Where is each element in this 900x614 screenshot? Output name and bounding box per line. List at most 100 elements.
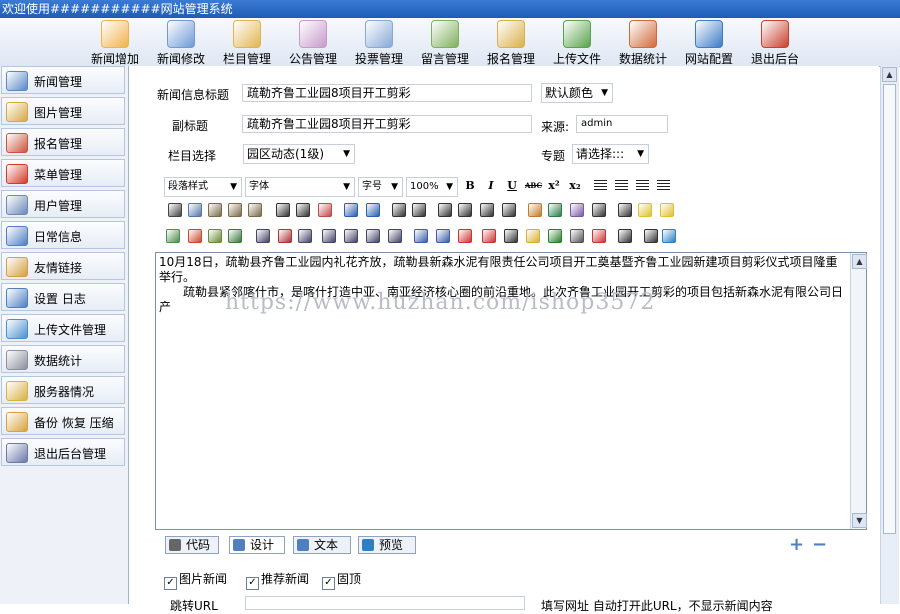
font-size-select[interactable]: 字号 ▼: [358, 177, 403, 197]
paragraph-style-select[interactable]: 段落样式 ▼: [164, 177, 242, 197]
insert-image-icon[interactable]: [166, 229, 180, 243]
scroll-down-icon[interactable]: ▼: [852, 513, 867, 528]
note2-icon[interactable]: [660, 203, 674, 217]
editor-mode-tab-2[interactable]: 文本: [293, 536, 351, 554]
copy-format-icon[interactable]: [344, 229, 358, 243]
media-icon[interactable]: [208, 229, 222, 243]
editor-mode-tab-1[interactable]: 设计: [229, 536, 285, 554]
align-center-icon[interactable]: [615, 180, 628, 191]
marquee-icon[interactable]: [366, 229, 380, 243]
sidebar-item-2[interactable]: 报名管理: [1, 128, 125, 156]
page-break-icon[interactable]: [278, 229, 292, 243]
toolbar-button-5[interactable]: 留言管理: [414, 20, 476, 66]
note-icon[interactable]: [638, 203, 652, 217]
unordered-list-icon[interactable]: [458, 203, 472, 217]
anchor-icon[interactable]: [504, 229, 518, 243]
special-icon[interactable]: [592, 229, 606, 243]
toolbar-button-10[interactable]: 退出后台: [744, 20, 806, 66]
web-icon[interactable]: [436, 229, 450, 243]
sidebar-item-7[interactable]: 设置 日志: [1, 283, 125, 311]
sidebar-item-4[interactable]: 用户管理: [1, 190, 125, 218]
jump-url-input[interactable]: [245, 596, 525, 610]
checkbox-box[interactable]: ✓: [246, 577, 259, 590]
zoom-out-icon[interactable]: −: [812, 534, 827, 555]
paste-word-icon[interactable]: [248, 203, 262, 217]
find-icon[interactable]: [276, 203, 290, 217]
editor-mode-tab-3[interactable]: 预览: [358, 536, 416, 554]
font-select[interactable]: 字体 ▼: [245, 177, 355, 197]
option-checkbox-1[interactable]: ✓ 推荐新闻: [246, 570, 309, 590]
outdent-icon[interactable]: [480, 203, 494, 217]
box-icon[interactable]: [618, 203, 632, 217]
align-justify-icon[interactable]: [657, 180, 670, 191]
topic-select[interactable]: 请选择::: ▼: [572, 144, 649, 164]
export-icon[interactable]: [618, 229, 632, 243]
eraser-icon[interactable]: [318, 203, 332, 217]
toolbar-button-4[interactable]: 投票管理: [348, 20, 410, 66]
sidebar-item-8[interactable]: 上传文件管理: [1, 314, 125, 342]
underline-button[interactable]: U: [504, 178, 520, 194]
option-checkbox-0[interactable]: ✓ 图片新闻: [164, 570, 227, 590]
undo-icon[interactable]: [344, 203, 358, 217]
delete-icon[interactable]: [296, 203, 310, 217]
option-checkbox-2[interactable]: ✓ 固顶: [322, 570, 361, 590]
superscript-button[interactable]: x²: [546, 178, 562, 194]
title-input[interactable]: 疏勒齐鲁工业园8项目开工剪彩: [242, 84, 532, 102]
sidebar-item-10[interactable]: 服务器情况: [1, 376, 125, 404]
toolbar-button-3[interactable]: 公告管理: [282, 20, 344, 66]
editor-mode-tab-0[interactable]: 代码: [165, 536, 219, 554]
unlink-icon[interactable]: [482, 229, 496, 243]
toolbar-button-8[interactable]: 数据统计: [612, 20, 674, 66]
toolbar-button-7[interactable]: 上传文件: [546, 20, 608, 66]
sidebar-item-0[interactable]: 新闻管理: [1, 66, 125, 94]
emoticon-icon[interactable]: [526, 229, 540, 243]
redo-icon[interactable]: [366, 203, 380, 217]
input-icon[interactable]: [388, 229, 402, 243]
checkbox-box[interactable]: ✓: [164, 577, 177, 590]
link-icon[interactable]: [458, 229, 472, 243]
sidebar-item-1[interactable]: 图片管理: [1, 97, 125, 125]
scroll-up-icon[interactable]: ▲: [882, 67, 897, 82]
column-select[interactable]: 园区动态(1级) ▼: [243, 144, 355, 164]
color-select[interactable]: 默认颜色 ▼: [541, 83, 613, 103]
paste-text-icon[interactable]: [228, 203, 242, 217]
toolbar-button-6[interactable]: 报名管理: [480, 20, 542, 66]
sidebar-item-11[interactable]: 备份 恢复 压缩: [1, 407, 125, 435]
subscript-button[interactable]: x₂: [567, 178, 583, 194]
html-icon[interactable]: [414, 229, 428, 243]
align-left-icon[interactable]: [594, 180, 607, 191]
scroll-thumb[interactable]: [883, 84, 896, 534]
ordered-list-icon[interactable]: [438, 203, 452, 217]
indent-icon[interactable]: [502, 203, 516, 217]
toolbar-button-1[interactable]: 新闻修改: [150, 20, 212, 66]
align-right-icon[interactable]: [636, 180, 649, 191]
date-icon[interactable]: [570, 229, 584, 243]
zoom-select[interactable]: 100% ▼: [406, 177, 458, 197]
symbol-icon[interactable]: [548, 229, 562, 243]
scroll-up-icon[interactable]: ▲: [852, 254, 867, 269]
text-color-icon[interactable]: [528, 203, 542, 217]
globe-icon[interactable]: [662, 229, 676, 243]
bold-button[interactable]: B: [462, 178, 478, 194]
italic-button[interactable]: I: [483, 178, 499, 194]
highlight-icon[interactable]: [548, 203, 562, 217]
flash-icon[interactable]: [188, 229, 202, 243]
sidebar-item-6[interactable]: 友情链接: [1, 252, 125, 280]
cut-icon[interactable]: [168, 203, 182, 217]
subtitle-input[interactable]: 疏勒齐鲁工业园8项目开工剪彩: [242, 115, 532, 133]
paste-icon[interactable]: [208, 203, 222, 217]
sidebar-item-9[interactable]: 数据统计: [1, 345, 125, 373]
copy-icon[interactable]: [188, 203, 202, 217]
toolbar-button-0[interactable]: 新闻增加: [84, 20, 146, 66]
sidebar-item-12[interactable]: 退出后台管理: [1, 438, 125, 466]
strikethrough-button[interactable]: ABC: [525, 178, 542, 194]
select-all-icon[interactable]: [412, 203, 426, 217]
toolbar-button-9[interactable]: 网站配置: [678, 20, 740, 66]
template-icon[interactable]: [322, 229, 336, 243]
zoom-in-icon[interactable]: +: [789, 534, 804, 555]
bgcolor-icon[interactable]: [570, 203, 584, 217]
editor-scrollbar[interactable]: ▲ ▼: [850, 253, 867, 529]
frame-icon[interactable]: [298, 229, 312, 243]
fullscreen-icon[interactable]: [644, 229, 658, 243]
source-input[interactable]: admin: [576, 115, 668, 133]
